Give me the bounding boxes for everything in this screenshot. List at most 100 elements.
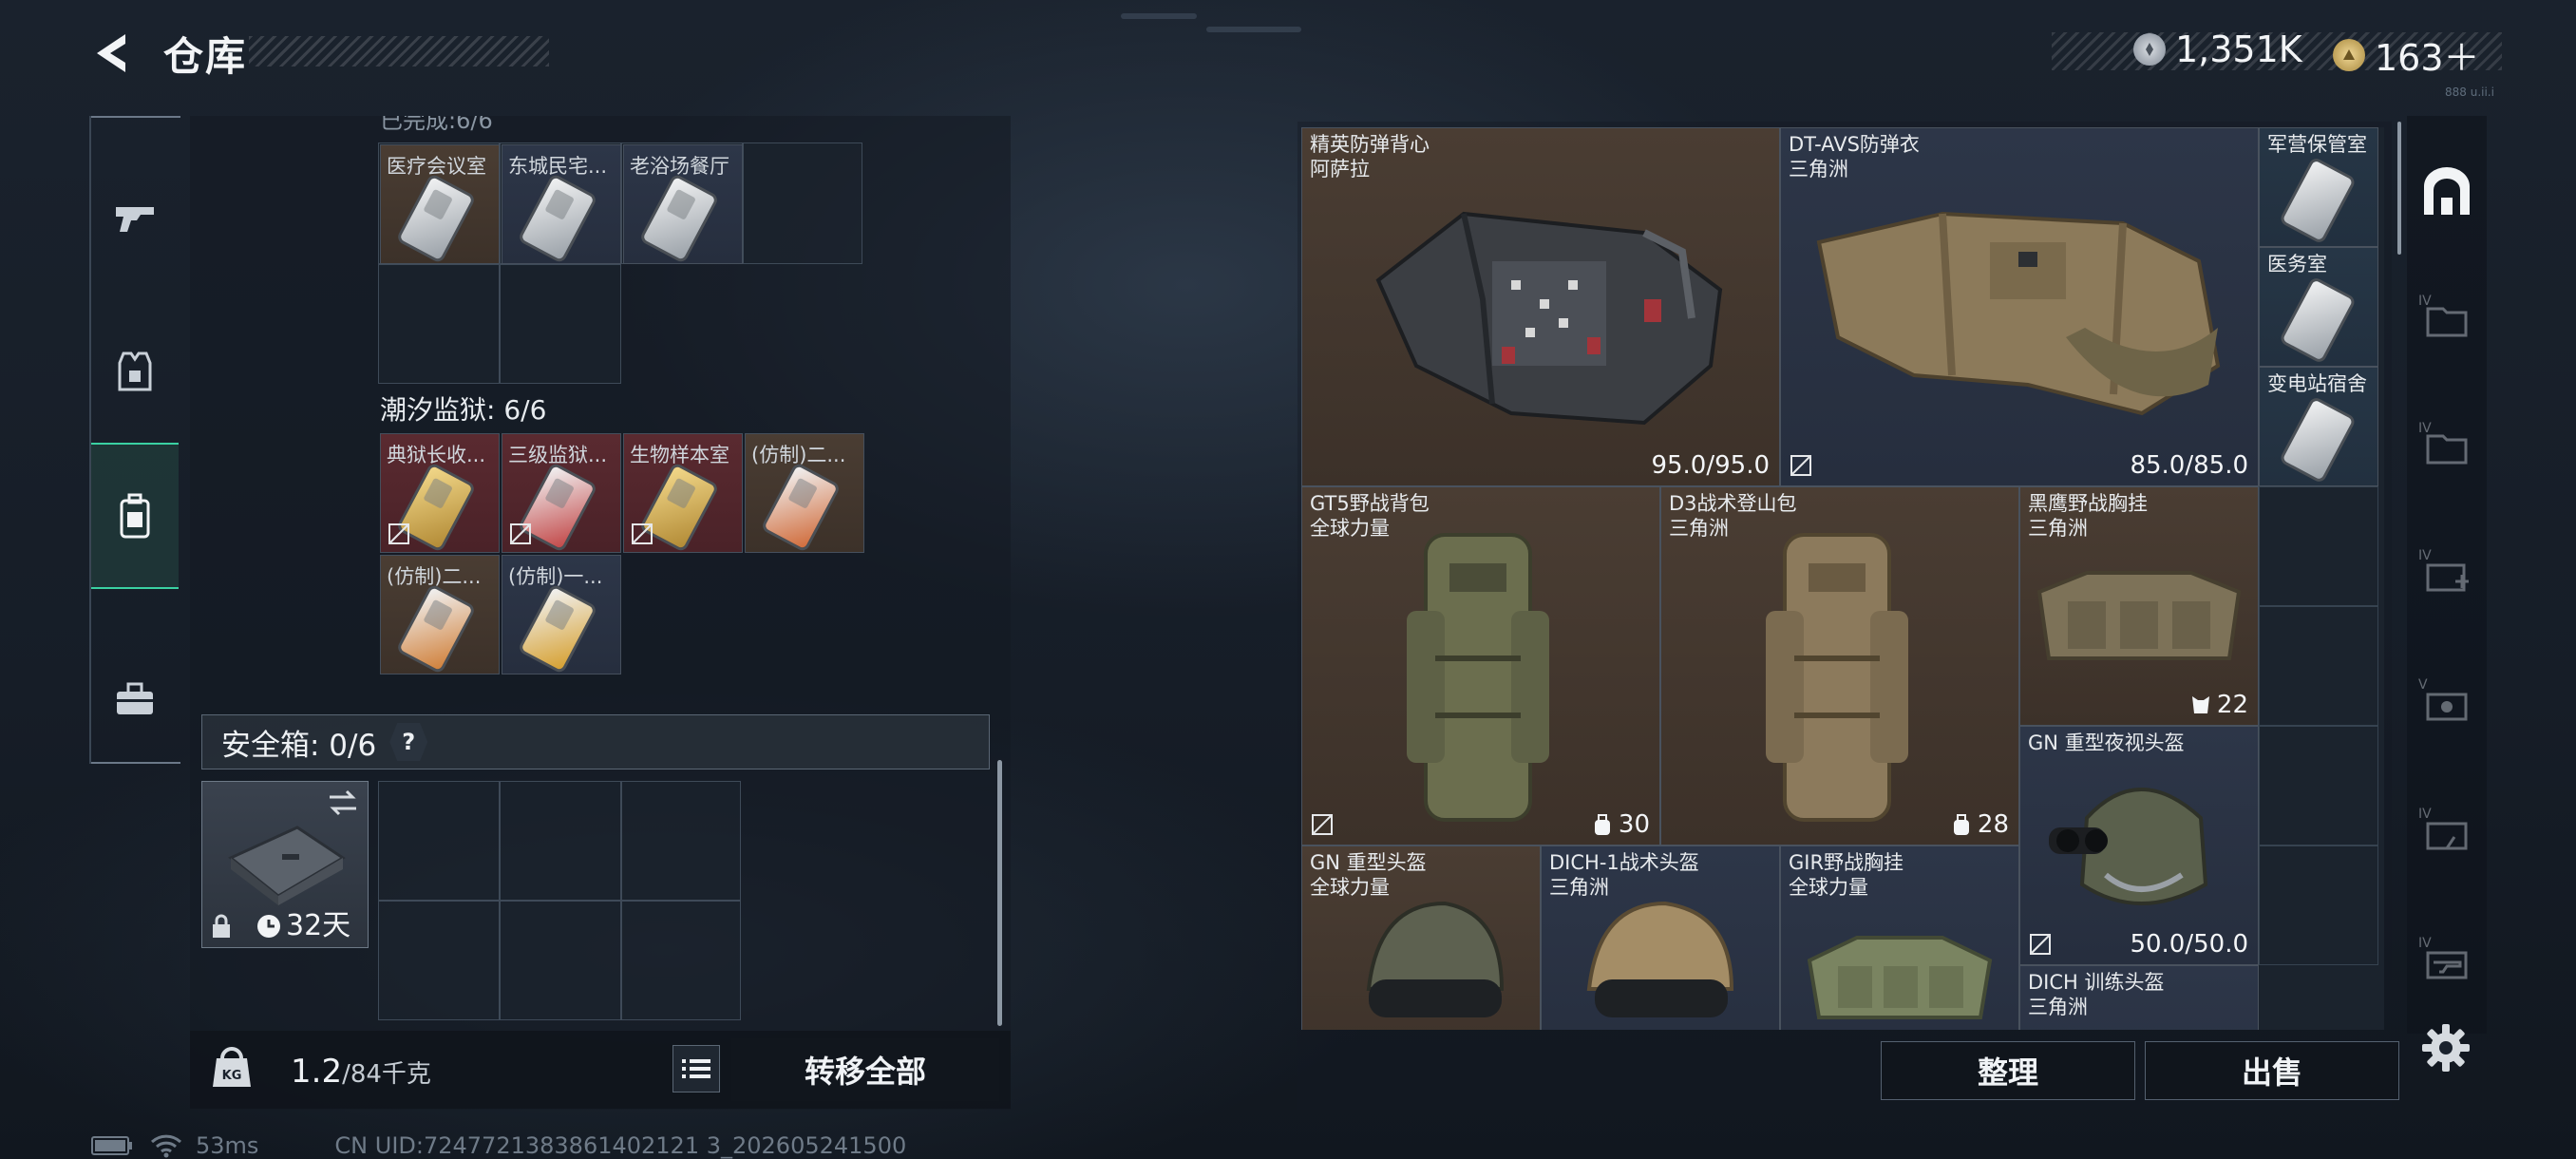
- back-arrow-icon[interactable]: [87, 28, 137, 78]
- yellow-keycard-icon: [521, 587, 595, 671]
- currency-coupon[interactable]: 163＋: [2333, 28, 2480, 81]
- lock-icon: [213, 914, 230, 938]
- light-streak: [1121, 13, 1197, 19]
- inventory-item-chest-rig[interactable]: 黑鹰野战胸挂 三角洲 22: [2019, 486, 2259, 726]
- settings-gear-icon[interactable]: [2420, 1022, 2472, 1074]
- inventory-item-dich-training-helmet[interactable]: DICH 训练头盔 三角洲: [2019, 965, 2259, 1030]
- help-icon[interactable]: ?: [389, 723, 428, 761]
- inventory-item-keycard[interactable]: 变电站宿舍: [2259, 367, 2378, 486]
- keycard-item[interactable]: 典狱长收...: [380, 433, 500, 553]
- safe-case-item[interactable]: 32天: [201, 781, 369, 948]
- durability-value: 85.0/85.0: [2130, 451, 2248, 480]
- keycard-item[interactable]: 东城民宅...: [502, 144, 621, 264]
- keycard-item[interactable]: (仿制)二...: [380, 555, 500, 674]
- list-view-button[interactable]: [672, 1045, 720, 1092]
- no-insurance-icon: [388, 523, 409, 544]
- grid-slot[interactable]: [500, 264, 621, 384]
- no-insurance-icon: [1790, 455, 1811, 476]
- nav-armor[interactable]: [91, 319, 179, 424]
- title-hatch-decoration: [249, 36, 549, 66]
- helmet-image: [1366, 901, 1505, 1017]
- keycard-item[interactable]: (仿制)一...: [502, 555, 621, 674]
- keycard-label: 东城民宅...: [508, 155, 608, 178]
- inventory-item-dt-avs-armor[interactable]: DT-AVS防弹衣 三角洲 85.0/85.0: [1780, 127, 2259, 486]
- keycard-icon: [521, 177, 595, 260]
- list-icon: [682, 1059, 710, 1078]
- battery-icon: [91, 1136, 132, 1155]
- nav-weapons[interactable]: [91, 173, 179, 264]
- nav-backpack[interactable]: [91, 443, 179, 589]
- nav-case-iv-3[interactable]: IV: [2413, 794, 2481, 863]
- item-name: 变电站宿舍: [2267, 372, 2367, 395]
- nav-case-v[interactable]: V: [2413, 665, 2481, 733]
- safe-slot[interactable]: [378, 901, 500, 1020]
- transfer-all-button[interactable]: 转移全部: [731, 1038, 999, 1101]
- inventory-item-keycard[interactable]: 医务室: [2259, 247, 2378, 367]
- keycard-label: 生物样本室: [630, 444, 729, 466]
- grid-slot[interactable]: [2259, 606, 2378, 726]
- inventory-item-dich1-helmet[interactable]: DICH-1战术头盔 三角洲: [1541, 846, 1780, 1030]
- keycard-label: (仿制)二...: [751, 444, 846, 466]
- group-title-tidal-prison: 潮汐监狱: 6/6: [380, 394, 547, 426]
- svg-text:IV: IV: [2418, 421, 2432, 436]
- toolbox-icon: [117, 682, 153, 714]
- sell-button[interactable]: 出售: [2145, 1041, 2399, 1100]
- safe-slot[interactable]: [500, 781, 621, 901]
- keycard-item[interactable]: 三级监狱...: [502, 433, 621, 553]
- safe-slot[interactable]: [621, 781, 741, 901]
- backpack-image: [1407, 533, 1549, 822]
- no-insurance-icon: [510, 523, 531, 544]
- nav-toolbox[interactable]: [91, 652, 179, 747]
- inventory-item-d3-backpack[interactable]: D3战术登山包 三角洲 28: [1660, 486, 2019, 846]
- keycard-label: 三级监狱...: [508, 444, 608, 466]
- item-name: GN 重型夜视头盔: [2028, 732, 2185, 754]
- nav-home-base[interactable]: [2413, 158, 2481, 226]
- safe-slot[interactable]: [621, 901, 741, 1020]
- safe-slot[interactable]: [378, 781, 500, 901]
- inventory-item-gir-chest-rig[interactable]: GIR野战胸挂 全球力量: [1780, 846, 2019, 1030]
- chest-rig-image: [1807, 936, 1993, 1019]
- inventory-item-keycard[interactable]: 军营保管室: [2259, 127, 2378, 247]
- grid-slot[interactable]: [2259, 486, 2378, 606]
- durability-value: 50.0/50.0: [2130, 930, 2248, 959]
- keycard-item[interactable]: 老浴场餐厅: [623, 144, 743, 264]
- weight-kg-icon: KG: [213, 1047, 251, 1087]
- keycard-icon: [2282, 160, 2354, 241]
- keycard-label: (仿制)二...: [387, 565, 482, 588]
- keycard-icon: [2282, 279, 2354, 361]
- grid-slot[interactable]: [378, 264, 500, 384]
- wifi-icon: [150, 1134, 182, 1158]
- inventory-item-gn-helmet[interactable]: GN 重型头盔 全球力量: [1301, 846, 1541, 1030]
- grid-slot[interactable]: [2259, 726, 2378, 846]
- keycard-item[interactable]: 生物样本室: [623, 433, 743, 553]
- home-base-icon: [2424, 167, 2470, 215]
- safe-case-icon: [228, 826, 346, 905]
- currency-coupon-value: 163＋: [2375, 37, 2480, 79]
- keycard-item[interactable]: 医疗会议室: [380, 144, 500, 264]
- inventory-item-elite-vest[interactable]: 精英防弹背心 阿萨拉 95.0/95.0: [1301, 127, 1780, 486]
- sort-button[interactable]: 整理: [1881, 1041, 2135, 1100]
- svg-text:KG: KG: [222, 1069, 242, 1083]
- keycard-item[interactable]: (仿制)二...: [745, 433, 864, 553]
- nv-helmet-image: [2049, 788, 2208, 905]
- uid-text: CN UID:7247721383861402121 3_20260524150…: [334, 1132, 907, 1159]
- item-name: DT-AVS防弹衣 三角洲: [1789, 133, 1920, 180]
- inventory-item-nv-helmet[interactable]: GN 重型夜视头盔 50.0/50.0: [2019, 726, 2259, 965]
- nav-case-iv-plus[interactable]: IV: [2413, 536, 2481, 604]
- currency-hafcoin[interactable]: 1,351K: [2133, 28, 2302, 70]
- safe-slot[interactable]: [500, 901, 621, 1020]
- nav-case-iv-4[interactable]: IV: [2413, 923, 2481, 992]
- inventory-grid: 精英防弹背心 阿萨拉 95.0/95.0 DT-AVS防弹衣 三角洲 85.0/85…: [1301, 127, 2384, 1030]
- inventory-scrollbar[interactable]: [2397, 122, 2401, 255]
- nav-case-iv-2[interactable]: IV: [2413, 408, 2481, 477]
- inventory-item-gt5-backpack[interactable]: GT5野战背包 全球力量 30: [1301, 486, 1660, 846]
- grid-slot[interactable]: [743, 142, 862, 264]
- chest-rig-capacity-icon: [2191, 696, 2209, 713]
- stash-scrollbar[interactable]: [997, 760, 1002, 1026]
- grid-slot[interactable]: [2259, 846, 2378, 965]
- item-name: 军营保管室: [2267, 133, 2367, 156]
- chest-rig-image: [2036, 571, 2242, 660]
- capacity-value: 22: [2188, 691, 2248, 719]
- keycard-label: 老浴场餐厅: [630, 155, 729, 178]
- nav-case-iv-1[interactable]: IV: [2413, 281, 2481, 350]
